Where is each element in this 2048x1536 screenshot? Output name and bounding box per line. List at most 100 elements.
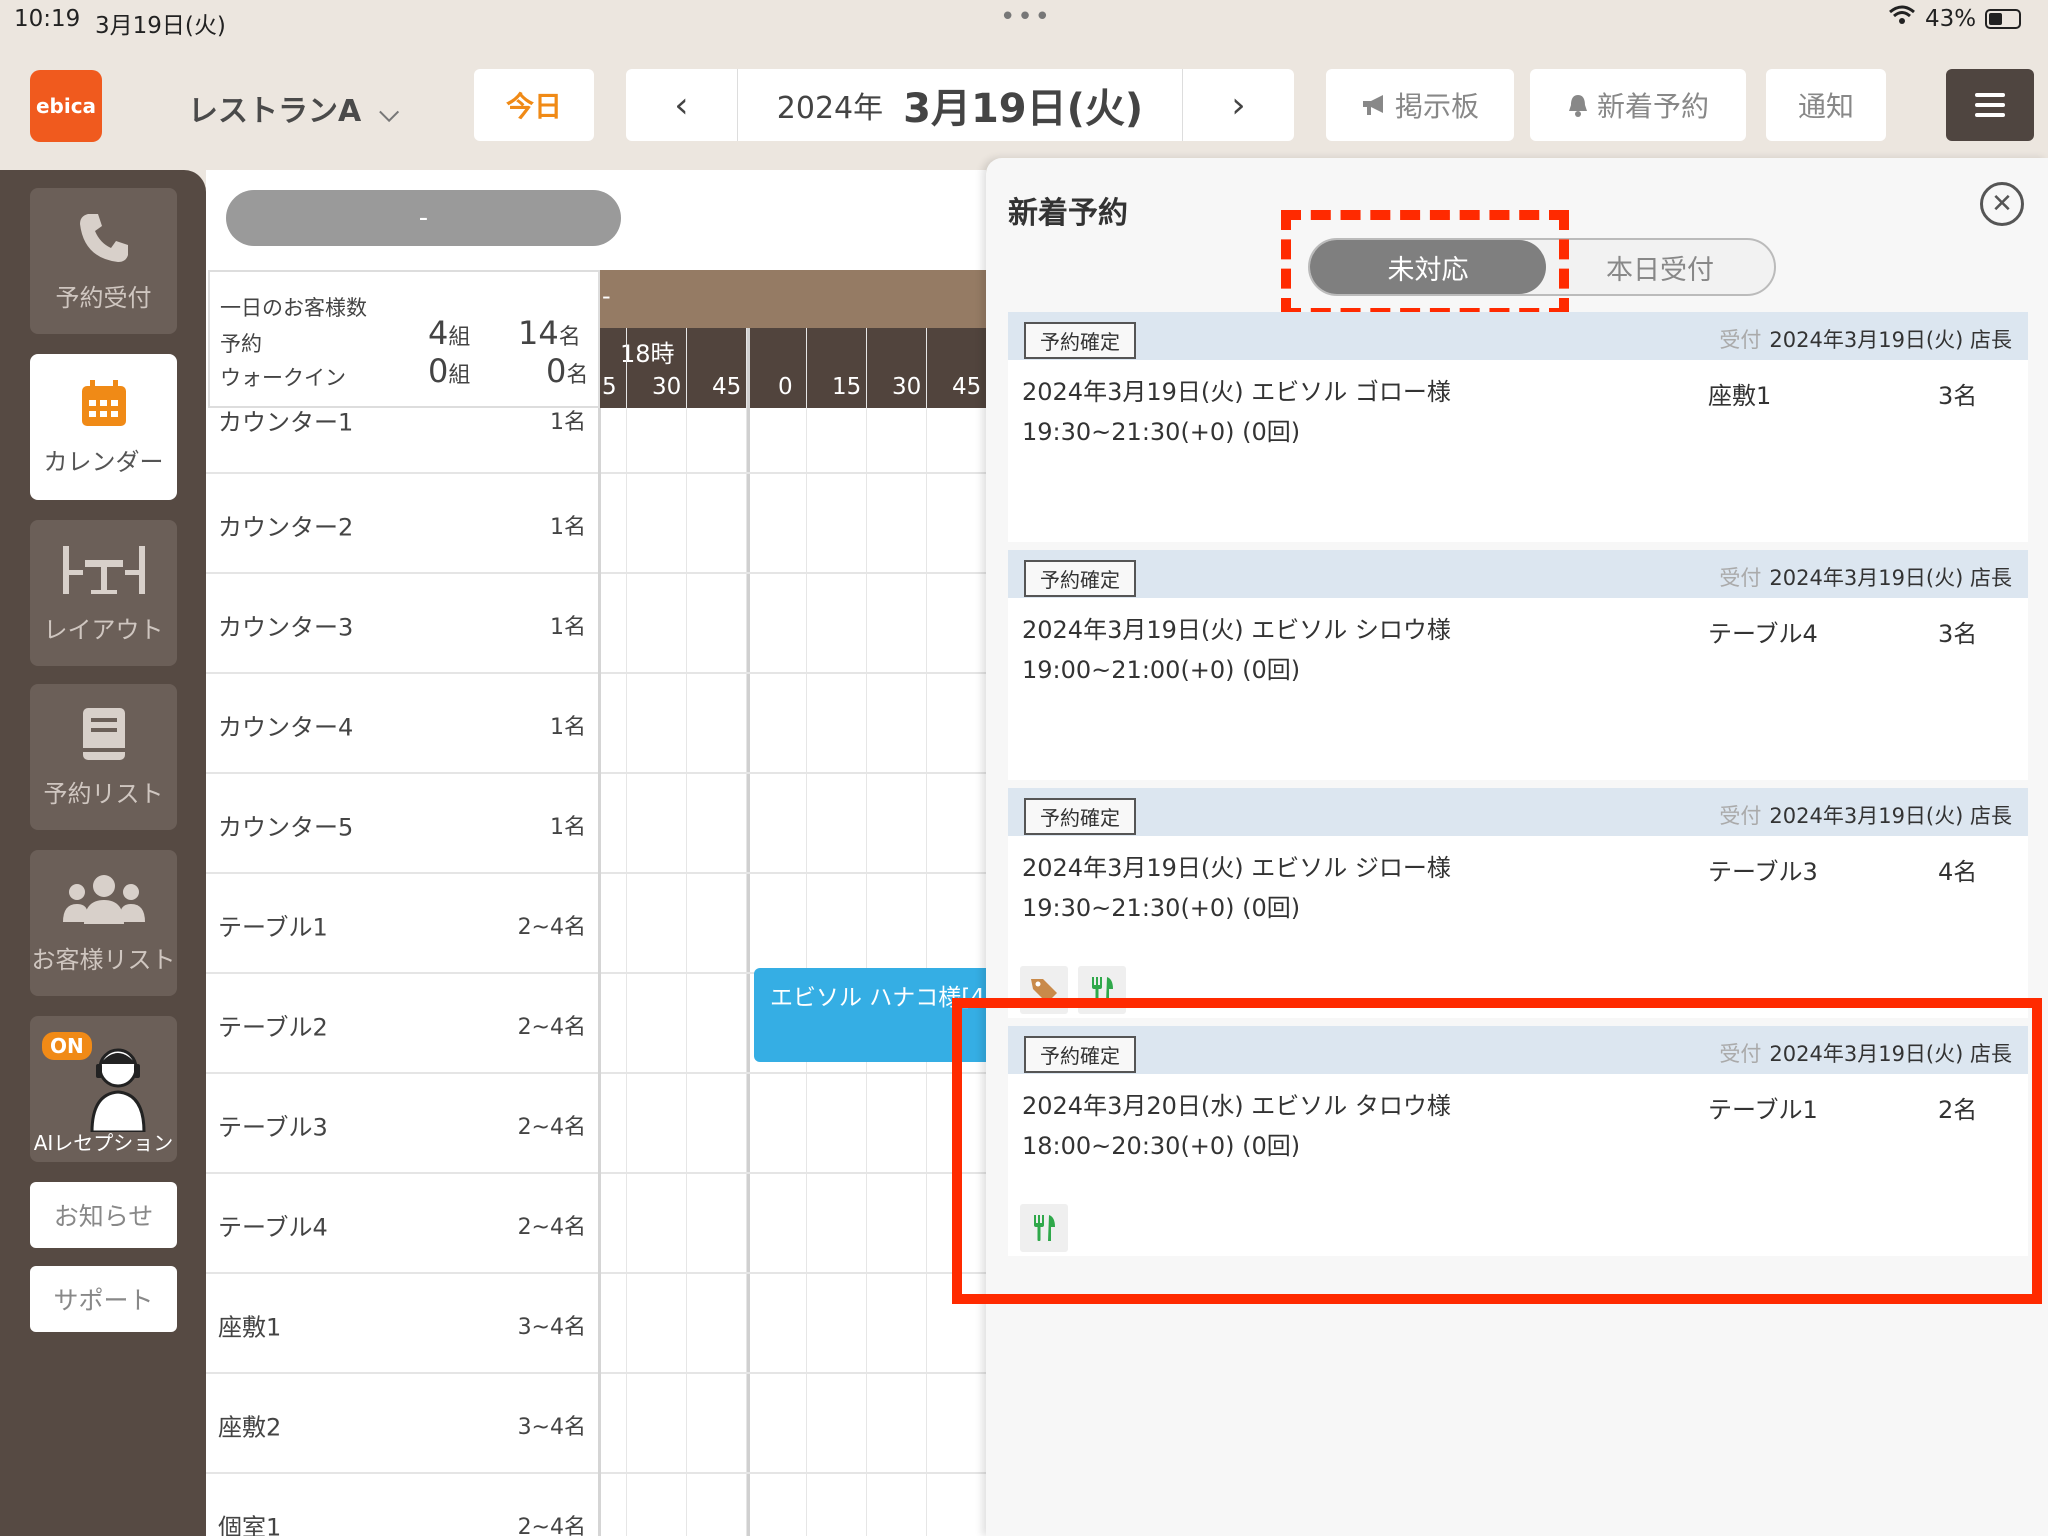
sidebar-item-ai-reception[interactable]: ON AIレセプション: [30, 1016, 177, 1162]
tab-today[interactable]: 本日受付: [1542, 240, 1778, 294]
stats-walkin-label: ウォークイン: [220, 366, 346, 390]
sidebar-item-reserve[interactable]: 予約受付: [30, 188, 177, 334]
seat-row[interactable]: カウンター2 1名: [206, 474, 986, 574]
timeline-header-dash: -: [602, 282, 611, 310]
seat-row[interactable]: 個室1 2~4名: [206, 1474, 986, 1536]
calendar-grid: - - 18時 5 30 45 0 15 30 45 カウンター1 1名 カウンタ…: [206, 170, 994, 1536]
prev-day-button[interactable]: ‹: [626, 69, 738, 141]
news-button[interactable]: お知らせ: [30, 1182, 177, 1248]
sidebar-item-customer-list[interactable]: お客様リスト: [30, 850, 177, 996]
sidebar-label-layout: レイアウト: [43, 615, 164, 644]
reservation-date-name: 2024年3月19日(火) エビソル シロウ様: [1022, 616, 1451, 644]
seat-name: カウンター4: [218, 713, 354, 742]
multitask-dots-icon[interactable]: •••: [1000, 2, 1052, 32]
restaurant-name: レストランA: [188, 94, 362, 129]
sidebar-item-calendar[interactable]: カレンダー: [30, 354, 177, 500]
card-header: 予約確定 受付 2024年3月19日(火) 店長: [1008, 312, 2028, 360]
book-icon: [82, 707, 125, 760]
seat-capacity: 3~4名: [517, 1414, 586, 1440]
reservation-card[interactable]: 予約確定 受付 2024年3月19日(火) 店長 2024年3月19日(火) エビ…: [1008, 312, 2028, 542]
seat-capacity: 2~4名: [517, 914, 586, 940]
seat-row[interactable]: テーブル1 2~4名: [206, 874, 986, 974]
filter-dropdown[interactable]: -: [226, 190, 621, 246]
stats-reserve-people: 14名: [518, 314, 581, 352]
timeline-header: -: [600, 270, 986, 328]
menu-button[interactable]: [1946, 69, 2034, 141]
seat-name: テーブル4: [218, 1213, 328, 1242]
stats-walkin-people: 0名: [546, 352, 589, 390]
sidebar-label-reservation-list: 予約リスト: [43, 779, 164, 808]
reservation-time: 19:30~21:30(+0) (0回): [1022, 418, 1301, 446]
hour-row: 18時: [600, 328, 986, 368]
current-date-day: 3月19日(火): [903, 86, 1144, 132]
menu-icon: [1975, 93, 2005, 97]
sidebar-label-reserve: 予約受付: [55, 283, 152, 312]
received-info: 受付 2024年3月19日(火) 店長: [1719, 566, 2012, 590]
layout-icon: [62, 545, 145, 594]
seat-row[interactable]: カウンター1 1名: [206, 408, 986, 474]
hour-label: 18時: [620, 340, 675, 368]
chevron-right-icon: ›: [1231, 84, 1246, 126]
seat-row[interactable]: 座敷2 3~4名: [206, 1374, 986, 1474]
reservation-seat: 座敷1: [1708, 382, 1772, 410]
date-navigator: ‹ 2024年 3月19日(火) ›: [626, 69, 1294, 141]
stats-reserve-groups: 4組: [428, 314, 471, 352]
minute-label: 30: [892, 374, 922, 400]
seat-name: 座敷1: [218, 1313, 282, 1342]
sidebar-label-calendar: カレンダー: [43, 447, 164, 476]
megaphone-icon: [1362, 95, 1383, 115]
status-bar: 10:19 3月19日(火) ••• 43%: [0, 0, 2048, 40]
minute-label: 30: [652, 374, 682, 400]
chevron-left-icon: ‹: [674, 84, 689, 126]
seat-row[interactable]: テーブル4 2~4名: [206, 1174, 986, 1274]
sidebar-item-reservation-list[interactable]: 予約リスト: [30, 684, 177, 830]
reservation-people: 3名: [1938, 620, 1978, 648]
seat-name: テーブル1: [218, 913, 328, 942]
seat-name: 個室1: [218, 1513, 282, 1536]
reservation-people: 4名: [1938, 858, 1978, 886]
seat-capacity: 1名: [550, 714, 586, 740]
seat-name: カウンター5: [218, 813, 354, 842]
minute-label: 45: [712, 374, 742, 400]
calendar-icon: [81, 379, 126, 426]
minute-label: 5: [602, 374, 617, 400]
card-header: 予約確定 受付 2024年3月19日(火) 店長: [1008, 550, 2028, 598]
ebica-logo[interactable]: ebica: [30, 70, 102, 142]
wifi-icon: [1888, 4, 1916, 32]
close-icon[interactable]: ✕: [1980, 182, 2024, 226]
reservation-date-name: 2024年3月19日(火) エビソル ゴロー様: [1022, 378, 1451, 406]
battery-percent: 43%: [1925, 6, 1977, 32]
sidebar-item-layout[interactable]: レイアウト: [30, 520, 177, 666]
highlight-solid-box: [952, 998, 2042, 1304]
ai-receptionist-icon: [90, 1048, 146, 1132]
received-info: 受付 2024年3月19日(火) 店長: [1719, 804, 2012, 828]
stats-walkin-groups: 0組: [428, 352, 471, 390]
seat-capacity: 2~4名: [517, 1214, 586, 1240]
status-badge: 予約確定: [1024, 560, 1136, 597]
seat-row[interactable]: 座敷1 3~4名: [206, 1274, 986, 1374]
today-button[interactable]: 今日: [474, 69, 594, 141]
seat-row[interactable]: テーブル3 2~4名: [206, 1074, 986, 1174]
notifications-button[interactable]: 通知: [1766, 69, 1886, 141]
received-info: 受付 2024年3月19日(火) 店長: [1719, 328, 2012, 352]
sidebar: 予約受付 カレンダー レイアウト 予約リスト お客様リスト ON AIレセプショ…: [0, 170, 206, 1536]
next-day-button[interactable]: ›: [1182, 69, 1294, 141]
seat-row[interactable]: カウンター3 1名: [206, 574, 986, 674]
restaurant-selector[interactable]: レストランA ⌵: [188, 86, 399, 130]
status-badge: 予約確定: [1024, 322, 1136, 359]
reservation-card[interactable]: 予約確定 受付 2024年3月19日(火) 店長 2024年3月19日(火) エビ…: [1008, 788, 2028, 1018]
seat-capacity: 3~4名: [517, 1314, 586, 1340]
reservation-card[interactable]: 予約確定 受付 2024年3月19日(火) 店長 2024年3月19日(火) エビ…: [1008, 550, 2028, 780]
minute-label: 45: [952, 374, 982, 400]
seat-row[interactable]: カウンター5 1名: [206, 774, 986, 874]
seat-capacity: 1名: [550, 410, 586, 435]
seat-capacity: 1名: [550, 614, 586, 640]
new-reservations-button[interactable]: 新着予約: [1530, 69, 1746, 141]
status-badge: 予約確定: [1024, 798, 1136, 835]
board-button[interactable]: 掲示板: [1326, 69, 1514, 141]
seat-row[interactable]: カウンター4 1名: [206, 674, 986, 774]
card-header: 予約確定 受付 2024年3月19日(火) 店長: [1008, 788, 2028, 836]
support-button[interactable]: サポート: [30, 1266, 177, 1332]
current-date[interactable]: 2024年 3月19日(火): [738, 69, 1182, 141]
reservation-people: 3名: [1938, 382, 1978, 410]
